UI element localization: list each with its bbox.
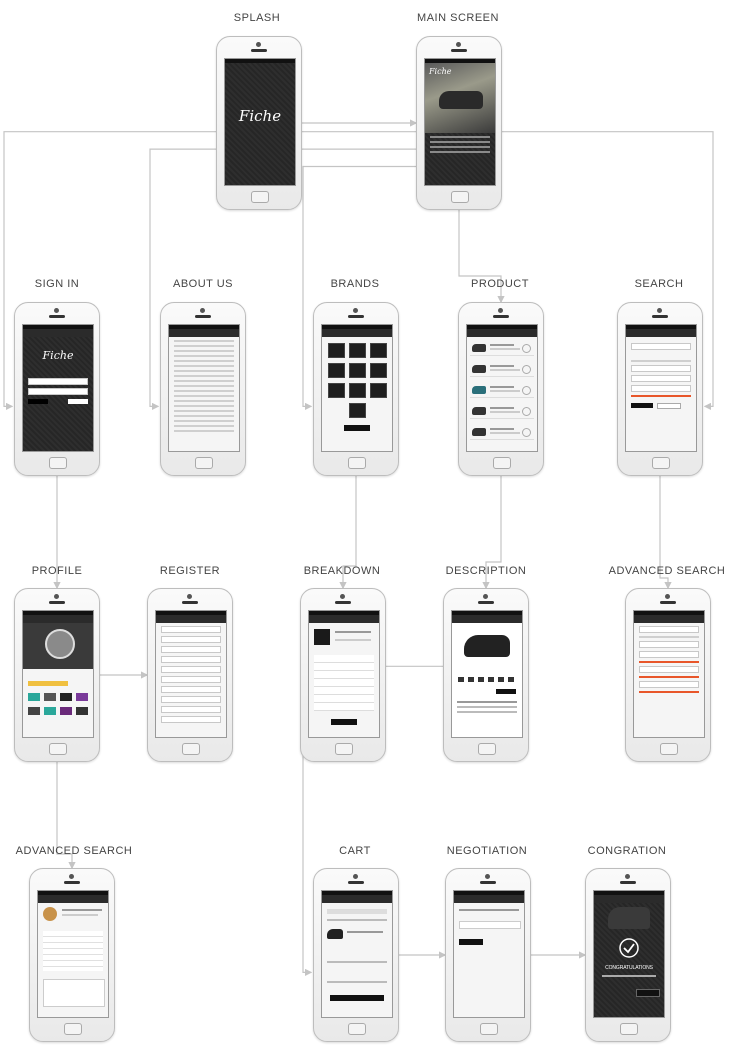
phone-description[interactable] bbox=[443, 588, 529, 762]
label-breakdown: BREAKDOWN bbox=[303, 565, 381, 577]
home-button bbox=[49, 743, 67, 755]
label-register: REGISTER bbox=[159, 565, 221, 577]
home-button bbox=[480, 1023, 498, 1035]
cart-display bbox=[321, 890, 393, 1018]
about-display bbox=[168, 324, 240, 452]
label-search: SEARCH bbox=[634, 278, 684, 290]
splash-logo: Fiche bbox=[238, 107, 282, 125]
label-congration: CONGRATION bbox=[587, 845, 667, 857]
phone-advsearch[interactable] bbox=[625, 588, 711, 762]
negotiation-display bbox=[453, 890, 525, 1018]
home-button bbox=[652, 457, 670, 469]
signin-display: Fiche bbox=[22, 324, 94, 452]
label-about: ABOUT US bbox=[172, 278, 234, 290]
home-button bbox=[478, 743, 496, 755]
search-display bbox=[625, 324, 697, 452]
label-advsearch2: ADVANCED SEARCH bbox=[15, 845, 133, 857]
description-display bbox=[451, 610, 523, 738]
wireframe-flow-diagram: SPLASH Fiche MAIN SCREEN Fiche SIGN IN F… bbox=[0, 0, 739, 1062]
home-button bbox=[348, 457, 366, 469]
phone-negotiation[interactable] bbox=[445, 868, 531, 1042]
home-button bbox=[335, 743, 353, 755]
checkmark-icon bbox=[619, 938, 639, 958]
phone-main[interactable]: Fiche bbox=[416, 36, 502, 210]
phone-cart[interactable] bbox=[313, 868, 399, 1042]
advsearch-display bbox=[633, 610, 705, 738]
home-button bbox=[348, 1023, 366, 1035]
label-main: MAIN SCREEN bbox=[417, 12, 499, 24]
breakdown-display bbox=[308, 610, 380, 738]
phone-about[interactable] bbox=[160, 302, 246, 476]
register-display bbox=[155, 610, 227, 738]
home-button bbox=[620, 1023, 638, 1035]
label-profile: PROFILE bbox=[31, 565, 83, 577]
home-button bbox=[493, 457, 511, 469]
home-button bbox=[49, 457, 67, 469]
congrats-text: CONGRATULATIONS bbox=[605, 965, 653, 971]
phone-breakdown[interactable] bbox=[300, 588, 386, 762]
label-negotiation: NEGOTIATION bbox=[446, 845, 528, 857]
phone-brands[interactable] bbox=[313, 302, 399, 476]
phone-profile[interactable] bbox=[14, 588, 100, 762]
label-cart: CART bbox=[339, 845, 371, 857]
label-brands: BRANDS bbox=[330, 278, 380, 290]
home-button bbox=[660, 743, 678, 755]
label-description: DESCRIPTION bbox=[445, 565, 527, 577]
splash-display: Fiche bbox=[224, 58, 296, 186]
main-logo: Fiche bbox=[429, 67, 452, 76]
label-signin: SIGN IN bbox=[34, 278, 80, 290]
label-splash: SPLASH bbox=[233, 12, 281, 24]
label-advsearch: ADVANCED SEARCH bbox=[608, 565, 726, 577]
phone-search[interactable] bbox=[617, 302, 703, 476]
home-button bbox=[64, 1023, 82, 1035]
main-display: Fiche bbox=[424, 58, 496, 186]
advsearch2-display bbox=[37, 890, 109, 1018]
home-button bbox=[451, 191, 469, 203]
profile-display bbox=[22, 610, 94, 738]
home-button bbox=[182, 743, 200, 755]
home-button bbox=[251, 191, 269, 203]
phone-congration[interactable]: CONGRATULATIONS bbox=[585, 868, 671, 1042]
brands-display bbox=[321, 324, 393, 452]
product-display bbox=[466, 324, 538, 452]
home-button bbox=[195, 457, 213, 469]
phone-signin[interactable]: Fiche bbox=[14, 302, 100, 476]
signin-logo: Fiche bbox=[42, 349, 74, 362]
phone-register[interactable] bbox=[147, 588, 233, 762]
congration-display: CONGRATULATIONS bbox=[593, 890, 665, 1018]
phone-product[interactable] bbox=[458, 302, 544, 476]
phone-advsearch2[interactable] bbox=[29, 868, 115, 1042]
phone-splash[interactable]: Fiche bbox=[216, 36, 302, 210]
label-product: PRODUCT bbox=[471, 278, 529, 290]
